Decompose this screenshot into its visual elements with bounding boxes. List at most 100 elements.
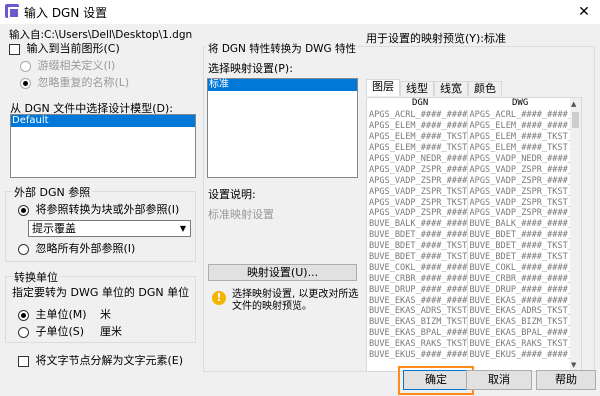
cancel-button[interactable]: 取消: [466, 370, 532, 390]
tab-lineweights[interactable]: 线宽: [434, 81, 468, 96]
col-dwg-header: DWG: [512, 98, 529, 108]
table-row[interactable]: BUVE_EKAS_BIZM_TKST_# BUVE_EKAS_BIZM_TKST…: [367, 316, 573, 328]
xref-convert-option[interactable]: 将参照转换为块或外部参照(I): [18, 201, 179, 217]
table-row[interactable]: APGS_ELEM_####_TKST...APGS_ELEM_####_TKS…: [367, 142, 573, 154]
preview-scrollbar[interactable]: ▲ ▼: [570, 98, 581, 371]
dwg-cell: BUVE_EKAS_BIZM_TKST_#: [467, 316, 573, 328]
sub-unit-option[interactable]: 子单位(S): [18, 323, 84, 339]
dwg-cell: APGS_ELEM_####_TKST_#: [467, 131, 573, 143]
units-desc: 指定要转为 DWG 单位的 DGN 单位: [12, 286, 190, 299]
tab-layers[interactable]: 图层: [366, 79, 400, 96]
master-unit-radio[interactable]: [18, 309, 29, 321]
master-unit-option[interactable]: 主单位(M): [18, 306, 87, 322]
table-row[interactable]: APGS_VADP_ZSPR_####_# APGS_VADP_ZSPR_####…: [367, 208, 573, 219]
scroll-down-icon[interactable]: ▼: [571, 361, 576, 369]
table-row[interactable]: BUVE_EKAS_BPAL_####_# BUVE_EKAS_BPAL_####…: [367, 327, 573, 339]
dgn-cell: APGS_VADP_ZSPR_TKST_I: [367, 197, 468, 209]
ignore-defs-option[interactable]: 游缀相关定义(I): [20, 57, 115, 73]
dgn-cell: BUVE_EKAS_ADRS_TKST_#: [367, 306, 468, 317]
table-row[interactable]: APGS_VADP_ZSPR_####_# APGS_VADP_ZSPR_####…: [367, 164, 573, 176]
sub-unit-label: 子单位(S): [35, 325, 85, 338]
dgn-cell: BUVE_EKAS_####_####_#: [367, 295, 468, 307]
mapping-item[interactable]: 标准: [208, 79, 357, 91]
scrollbar-thumb[interactable]: [572, 112, 579, 128]
dgn-cell: APGS_VADP_ZSPR_####_I: [367, 175, 468, 187]
help-button[interactable]: 帮助: [536, 370, 596, 390]
table-row[interactable]: APGS_VADP_ZSPR_TKST_# APGS_VADP_ZSPR_TKST…: [367, 186, 573, 198]
dgn-cell: APGS_VADP_ZSPR_TKST_#: [367, 186, 468, 198]
dgn-cell: APGS_ELEM_####_TKST...: [367, 142, 468, 154]
mapping-desc-label: 设置说明:: [208, 188, 256, 201]
scroll-up-icon[interactable]: ▲: [571, 100, 576, 108]
ignore-defs-label: 游缀相关定义(I): [37, 59, 116, 72]
table-row[interactable]: APGS_VADP_ZSPR_####_I APGS_VADP_ZSPR_####…: [367, 175, 573, 187]
dwg-cell: BUVE_EKAS_####_####_#: [467, 295, 573, 307]
xref-dropdown[interactable]: 提示覆盖 ▼: [28, 220, 191, 237]
close-button[interactable]: ✕: [568, 0, 600, 24]
ignore-dup-option[interactable]: 忽略重复的名称(L): [20, 74, 129, 90]
dgn-cell: APGS_ELEM_####_TKST_#: [367, 131, 468, 143]
preview-table: APGS_ACRL_####_####_# APGS_ACRL_####_####…: [367, 110, 573, 361]
ignore-dup-radio[interactable]: [20, 77, 31, 89]
xref-ignore-option[interactable]: 忽略所有外部参照(I): [18, 240, 135, 256]
app-icon: [5, 4, 20, 19]
dwg-cell: APGS_VADP_ZSPR_####_#: [467, 208, 573, 219]
table-row[interactable]: BUVE_BDET_####_####_# BUVE_BDET_####_####…: [367, 229, 573, 241]
explode-text-option[interactable]: 将文字节点分解为文字元素(E): [18, 352, 183, 368]
dwg-cell: BUVE_BDET_####_####_#: [467, 229, 573, 241]
explode-text-checkbox[interactable]: [18, 355, 29, 367]
table-row[interactable]: BUVE_CRBR_####_####_# BUVE_CRBR_####_####…: [367, 273, 573, 285]
mapping-hint: 选择映射设置, 以更改对所选文件的映射预览。: [232, 289, 359, 312]
dgn-cell: BUVE_COKL_####_####_#: [367, 262, 468, 274]
dgn-cell: APGS_ACRL_####_####_#: [367, 110, 468, 121]
dgn-cell: BUVE_EKAS_RAKS_TKST_#: [367, 338, 468, 350]
insert-current-option[interactable]: 输入到当前图形(C): [9, 40, 120, 56]
model-listbox[interactable]: Default: [10, 114, 196, 178]
table-row[interactable]: APGS_VADP_NEDR_####_# APGS_VADP_NEDR_####…: [367, 153, 573, 165]
tab-colors[interactable]: 颜色: [468, 81, 502, 96]
preview-tabs: 图层 线型 线宽 颜色: [366, 79, 502, 96]
mapping-section-title: 将 DGN 特性转换为 DWG 特性: [206, 41, 359, 56]
dwg-cell: BUVE_EKAS_RAKS_TKST_#: [467, 338, 573, 350]
dwg-cell: BUVE_BALK_####_####_#: [467, 218, 573, 230]
dwg-cell: BUVE_EKAS_ADRS_TKST_#: [467, 306, 573, 317]
table-row[interactable]: APGS_ELEM_####_TKST_# APGS_ELEM_####_TKST…: [367, 131, 573, 143]
dgn-cell: APGS_VADP_ZSPR_####_#: [367, 208, 468, 219]
table-row[interactable]: BUVE_BALK_####_####_# BUVE_BALK_####_####…: [367, 218, 573, 230]
dwg-cell: APGS_ACRL_####_####_#: [467, 110, 573, 121]
table-row[interactable]: APGS_VADP_ZSPR_TKST_I APGS_VADP_ZSPR_TKST…: [367, 197, 573, 209]
insert-current-checkbox[interactable]: [9, 43, 20, 55]
window-title: 输入 DGN 设置: [24, 6, 108, 20]
preview-label: 用于设置的映射预览(Y):标准: [366, 32, 507, 45]
xref-ignore-label: 忽略所有外部参照(I): [35, 242, 136, 255]
mapping-listbox[interactable]: 标准: [207, 78, 358, 178]
xref-convert-radio[interactable]: [18, 204, 29, 216]
model-item[interactable]: Default: [11, 115, 195, 127]
master-unit-label: 主单位(M): [35, 308, 87, 321]
table-row[interactable]: BUVE_DRUP_####_####_# BUVE_DRUP_####_####…: [367, 284, 573, 296]
dwg-cell: APGS_VADP_ZSPR_TKST_I: [467, 197, 573, 209]
sub-unit-value: 厘米: [100, 325, 122, 338]
sub-unit-radio[interactable]: [18, 326, 29, 338]
mapping-setup-button[interactable]: 映射设置(U)...: [208, 264, 357, 281]
table-row[interactable]: APGS_ACRL_####_####_# APGS_ACRL_####_####…: [367, 110, 573, 121]
ignore-defs-radio[interactable]: [20, 60, 31, 72]
dwg-cell: BUVE_BDET_####_TKST_#: [467, 240, 573, 252]
mapping-desc-text: 标准映射设置: [208, 208, 274, 221]
table-row[interactable]: APGS_ELEM_####_####_# APGS_ELEM_####_####…: [367, 120, 573, 132]
dgn-cell: BUVE_BALK_####_####_#: [367, 218, 468, 230]
tab-linetypes[interactable]: 线型: [400, 81, 434, 96]
dwg-cell: BUVE_BDET_####_TKST...: [467, 251, 573, 263]
table-row[interactable]: BUVE_EKAS_ADRS_TKST_# BUVE_EKAS_ADRS_TKST…: [367, 306, 573, 317]
table-row[interactable]: BUVE_COKL_####_####_# BUVE_COKL_####_####…: [367, 262, 573, 274]
table-row[interactable]: BUVE_EKUS_####_####_# BUVE_EKUS_####_####…: [367, 349, 573, 361]
dwg-cell: APGS_VADP_ZSPR_####_I: [467, 175, 573, 187]
table-row[interactable]: BUVE_BDET_####_TKST...BUVE_BDET_####_TKS…: [367, 251, 573, 263]
table-row[interactable]: BUVE_EKAS_####_####_# BUVE_EKAS_####_####…: [367, 295, 573, 307]
ok-button[interactable]: 确定: [403, 370, 469, 390]
table-row[interactable]: BUVE_EKAS_RAKS_TKST_# BUVE_EKAS_RAKS_TKST…: [367, 338, 573, 350]
ignore-dup-label: 忽略重复的名称(L): [37, 76, 130, 89]
dwg-cell: BUVE_CRBR_####_####_#: [467, 273, 573, 285]
table-row[interactable]: BUVE_BDET_####_TKST_# BUVE_BDET_####_TKST…: [367, 240, 573, 252]
xref-ignore-radio[interactable]: [18, 243, 29, 255]
